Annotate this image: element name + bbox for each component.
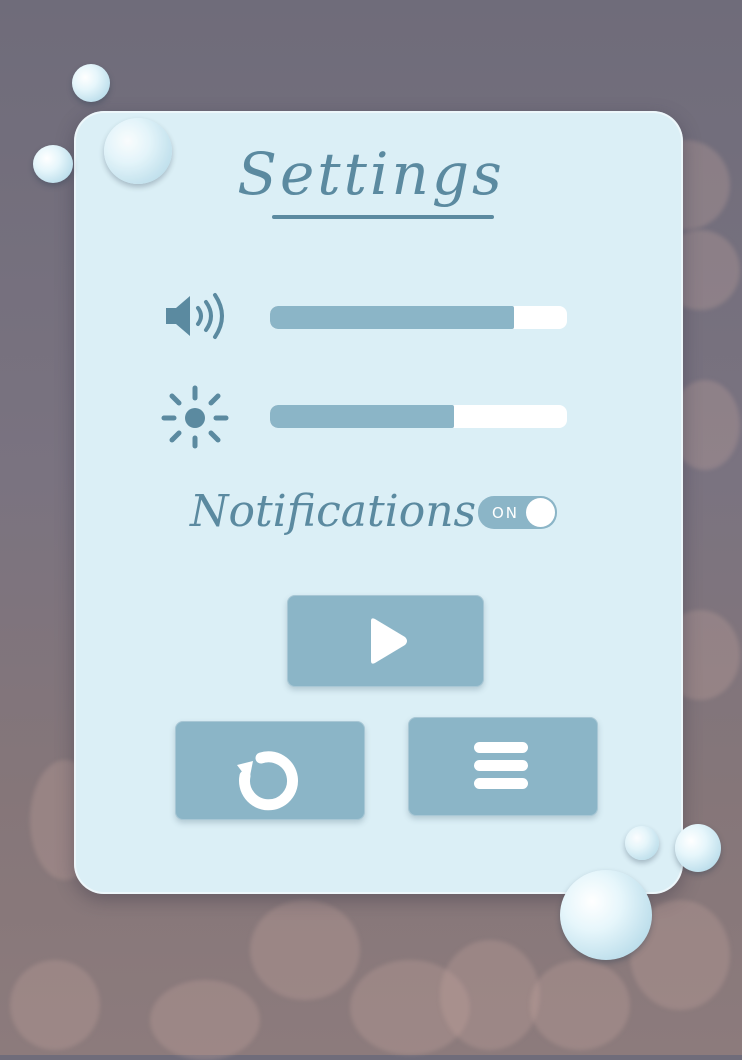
play-icon [371, 618, 407, 664]
brightness-slider-fill [270, 405, 455, 428]
volume-slider-fill [270, 306, 514, 329]
toggle-state-text: ON [492, 504, 520, 522]
play-button[interactable] [287, 595, 484, 687]
brightness-slider[interactable] [270, 405, 567, 428]
speaker-icon [162, 290, 232, 346]
menu-icon [474, 742, 528, 789]
toggle-knob [526, 498, 555, 527]
restart-button[interactable] [175, 721, 365, 820]
notifications-toggle[interactable]: ON [478, 496, 557, 529]
sun-icon [160, 384, 230, 454]
volume-slider[interactable] [270, 306, 567, 329]
menu-button[interactable] [408, 717, 598, 816]
title-underline [272, 215, 494, 219]
notifications-label: Notifications [190, 486, 477, 537]
restart-icon [237, 751, 298, 811]
